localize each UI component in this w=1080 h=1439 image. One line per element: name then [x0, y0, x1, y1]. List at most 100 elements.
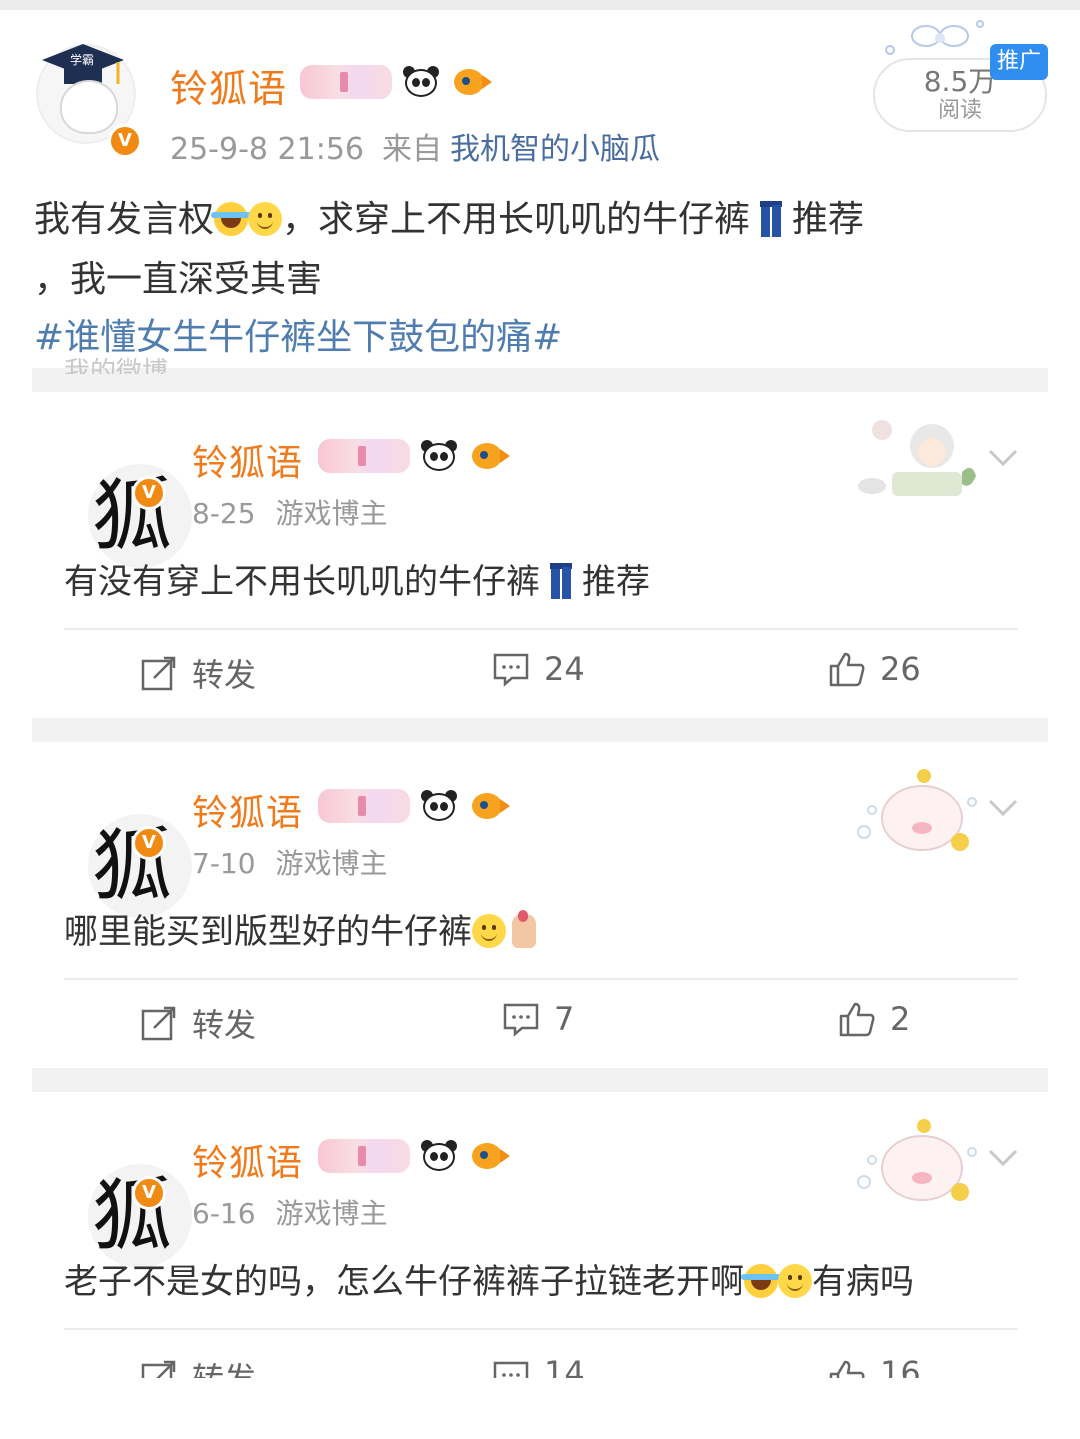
smile-emoji: [778, 1264, 812, 1298]
like-icon: [839, 1002, 875, 1037]
bunny-sticker-icon: [857, 1119, 977, 1201]
card-category: 游戏博主: [275, 497, 388, 530]
card-date: 6-16: [192, 1197, 256, 1230]
source-label: 来自: [382, 132, 442, 167]
repost-icon: [141, 1006, 176, 1041]
like-icon: [829, 652, 865, 687]
comment-button[interactable]: 7: [502, 1000, 574, 1038]
weibo-card-3[interactable]: 狐 V 铃狐语 6-16 游戏博主 老子不是女的吗，怎么牛仔裤裤子拉链老开啊 有病吗…: [32, 1092, 1048, 1439]
smile-emoji: [248, 202, 283, 236]
repost-icon: [141, 656, 176, 691]
repost-icon: [141, 1360, 176, 1378]
pink-badge-icon: [318, 439, 410, 473]
laugh-cry-emoji: [211, 202, 252, 236]
bunny-sticker-icon: [857, 769, 977, 851]
comment-button[interactable]: 24: [492, 650, 585, 688]
views-label: 阅读: [937, 98, 982, 123]
post-text-part3: 推荐: [792, 199, 865, 240]
repost-button[interactable]: 转发: [140, 650, 256, 696]
comment-icon: [493, 1361, 529, 1378]
jeans-emoji: [760, 201, 783, 237]
verified-icon: V: [132, 826, 166, 860]
post-line-1: 我有发言权 ，求穿上不用长叽叽的牛仔裤 推荐: [34, 190, 1044, 250]
promo-tag[interactable]: 推广: [990, 44, 1048, 80]
post-body: 我有发言权 ，求穿上不用长叽叽的牛仔裤 推荐 ，我一直深受其害: [34, 190, 1044, 310]
repost-button[interactable]: 转发: [140, 1358, 256, 1378]
like-count: 26: [880, 650, 921, 688]
card-avatar[interactable]: 狐 V: [60, 428, 192, 568]
post-time: 25-9-8 21:56: [170, 132, 364, 167]
card-divider: [64, 1328, 1018, 1330]
pink-badge-icon: [318, 789, 410, 823]
weibo-card-1[interactable]: 狐 V 铃狐语 8-25 游戏博主 有没有穿上不用长叽叽的牛仔裤 推荐 转发 24 …: [32, 392, 1048, 718]
like-button[interactable]: 26: [828, 650, 921, 688]
panda-icon: [420, 788, 458, 824]
card-username[interactable]: 铃狐语: [192, 1134, 303, 1186]
card-category: 游戏博主: [275, 1197, 388, 1230]
comment-count: 7: [554, 1000, 575, 1038]
verified-icon: V: [108, 124, 142, 158]
user-badges: [300, 64, 492, 100]
chevron-down-icon[interactable]: [986, 790, 1020, 824]
card-username[interactable]: 铃狐语: [192, 434, 303, 486]
post-line-2: ，我一直深受其害: [34, 259, 323, 300]
chevron-down-icon[interactable]: [986, 440, 1020, 474]
verified-icon: V: [132, 476, 166, 510]
jeans-emoji: [550, 563, 572, 599]
user-badges: [318, 788, 510, 824]
repost-button[interactable]: 转发: [140, 1000, 256, 1046]
card-avatar[interactable]: 狐 V: [60, 778, 192, 918]
card-username[interactable]: 铃狐语: [192, 784, 303, 836]
card-category: 游戏博主: [275, 847, 388, 880]
card-meta: 6-16 游戏博主: [192, 1192, 388, 1232]
card-text-part2: 推荐: [582, 562, 650, 602]
like-button[interactable]: 16: [828, 1358, 921, 1378]
card-date: 7-10: [192, 847, 256, 880]
cap-text: 学霸: [70, 52, 94, 67]
comment-button[interactable]: 14: [492, 1358, 585, 1378]
fish-icon: [468, 1139, 510, 1173]
repost-label: 转发: [192, 656, 257, 694]
panda-icon: [402, 64, 440, 100]
user-badges: [318, 1138, 510, 1174]
post-source-link[interactable]: 我机智的小脑瓜: [450, 132, 660, 167]
comment-count: 14: [544, 1358, 585, 1378]
card-text: 哪里能买到版型好的牛仔裤: [64, 904, 536, 953]
card-date: 8-25: [192, 497, 256, 530]
card-text-part1: 哪里能买到版型好的牛仔裤: [64, 912, 472, 952]
card-text-part1: 老子不是女的吗，怎么牛仔裤裤子拉链老开啊: [64, 1262, 744, 1302]
avatar-face: [60, 80, 118, 134]
verified-icon: V: [132, 1176, 166, 1210]
repost-label: 转发: [192, 1006, 257, 1044]
post-text-part1: 我有发言权: [34, 199, 215, 240]
comment-icon: [493, 653, 529, 687]
like-button[interactable]: 2: [838, 1000, 910, 1038]
fish-icon: [450, 65, 492, 99]
card-text-part1: 有没有穿上不用长叽叽的牛仔裤: [64, 562, 540, 602]
user-badges: [318, 438, 510, 474]
post-username[interactable]: 铃狐语: [170, 58, 287, 113]
comment-icon: [503, 1003, 539, 1037]
like-count: 2: [890, 1000, 911, 1038]
main-avatar[interactable]: 学霸 V: [36, 44, 142, 158]
character-sticker-icon: [858, 420, 976, 496]
bow-icon: [885, 20, 984, 55]
like-count: 16: [880, 1358, 921, 1378]
chevron-down-icon[interactable]: [986, 1140, 1020, 1174]
repost-label: 转发: [192, 1358, 256, 1378]
card-text: 老子不是女的吗，怎么牛仔裤裤子拉链老开啊 有病吗: [64, 1254, 914, 1303]
comment-count: 24: [544, 650, 585, 688]
card-divider: [64, 628, 1018, 630]
pink-badge-icon: [318, 1139, 410, 1173]
fish-icon: [468, 789, 510, 823]
top-strip: [0, 0, 1080, 10]
like-icon: [829, 1360, 865, 1378]
card-avatar[interactable]: 狐 V: [60, 1128, 192, 1268]
pink-badge-icon: [300, 65, 392, 99]
card-text: 有没有穿上不用长叽叽的牛仔裤 推荐: [64, 554, 650, 603]
card-text-part2: 有病吗: [812, 1262, 914, 1302]
panda-icon: [420, 438, 458, 474]
card-divider: [64, 978, 1018, 980]
weibo-card-2[interactable]: 狐 V 铃狐语 7-10 游戏博主 哪里能买到版型好的牛仔裤 转发 7 2: [32, 742, 1048, 1068]
laugh-cry-emoji: [741, 1264, 781, 1298]
